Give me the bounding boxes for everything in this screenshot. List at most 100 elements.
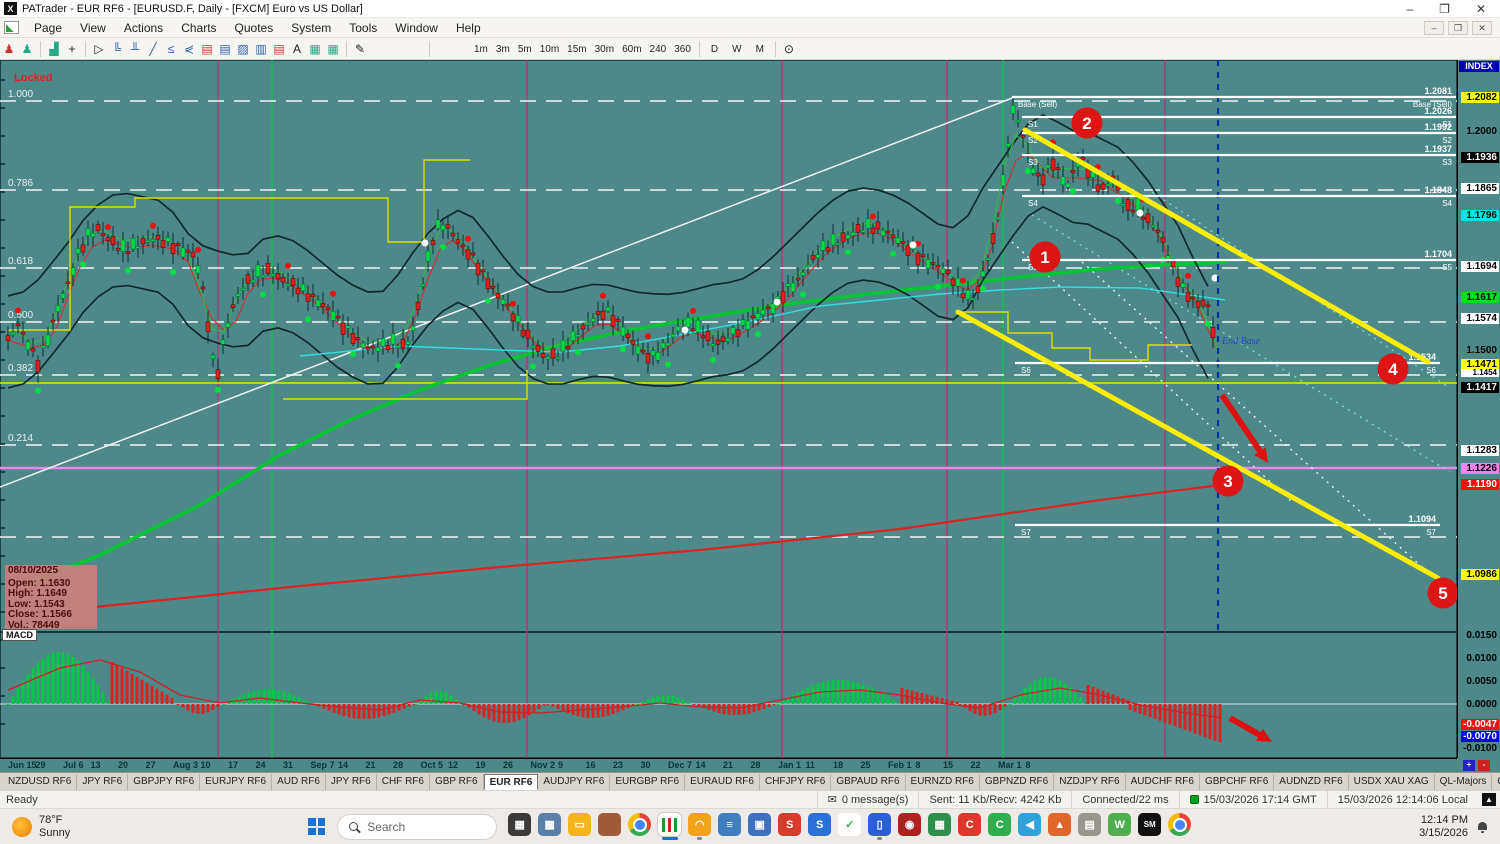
tab-eurnzd-rf6[interactable]: EURNZD RF6 xyxy=(906,774,980,790)
child-minimize-button[interactable]: – xyxy=(1424,20,1444,35)
channel-tool-icon[interactable]: ≤ xyxy=(162,39,180,59)
tab-chfjpy-rf6[interactable]: CHFJPY RF6 xyxy=(760,774,832,790)
menu-view[interactable]: View xyxy=(71,19,115,37)
rect-tool-icon[interactable]: ▤ xyxy=(198,39,216,59)
tab-audchf-rf6[interactable]: AUDCHF RF6 xyxy=(1126,774,1200,790)
taskbar-app-word[interactable]: ▯ xyxy=(868,813,892,840)
taskbar-app-pdf[interactable]: ◉ xyxy=(898,813,922,840)
taskbar-app-c-red[interactable]: C xyxy=(958,813,982,840)
child-restore-button[interactable]: ❐ xyxy=(1448,20,1468,35)
price-chart-canvas[interactable]: 1.0000.7860.6180.5000.3820.2141.2081Base… xyxy=(0,60,1457,758)
alert-icon[interactable]: ▲ xyxy=(1482,793,1496,806)
levels-tool-icon[interactable]: ▤ xyxy=(270,39,288,59)
fib-tool-icon[interactable]: ▨ xyxy=(234,39,252,59)
taskbar-app-smr[interactable]: SM xyxy=(1138,813,1162,840)
tab-usdx-xau-xag[interactable]: USDX XAU XAG xyxy=(1349,774,1435,790)
crosshair-icon[interactable]: + xyxy=(63,39,81,59)
zoom-out-button[interactable]: - xyxy=(1478,760,1490,771)
timeframe-360[interactable]: 360 xyxy=(670,44,695,55)
tab-chf-rf6[interactable]: CHF RF6 xyxy=(377,774,430,790)
taskbar-app-file-explorer[interactable]: ▭ xyxy=(568,813,592,840)
vline-tool-icon[interactable]: ╨ xyxy=(126,39,144,59)
child-close-button[interactable]: ✕ xyxy=(1472,20,1492,35)
taskbar-clock[interactable]: 12:14 PM 3/15/2026 xyxy=(1419,814,1468,840)
tab-nzdusd-rf6[interactable]: NZDUSD RF6 xyxy=(3,774,78,790)
notification-bell-icon[interactable] xyxy=(1477,821,1488,833)
taskbar-app-webull[interactable]: W xyxy=(1108,813,1132,840)
menu-page[interactable]: Page xyxy=(25,19,71,37)
taskbar-app-app-clay[interactable] xyxy=(598,813,622,840)
tab-ql-exotics[interactable]: QL-Exotics xyxy=(1492,774,1500,790)
clock-icon[interactable]: ⊙ xyxy=(780,39,798,59)
start-button[interactable] xyxy=(308,818,326,835)
page-chart-icon[interactable] xyxy=(4,21,19,34)
taskbar-app-photos[interactable]: ▣ xyxy=(748,813,772,840)
minimize-button[interactable]: – xyxy=(1406,2,1413,16)
taskbar-app-bank[interactable]: ▤ xyxy=(1078,813,1102,840)
timeframe-240[interactable]: 240 xyxy=(646,44,671,55)
timeframe-5m[interactable]: 5m xyxy=(514,44,536,55)
taskbar-app-patrader[interactable] xyxy=(658,813,682,840)
tab-gbpaud-rf6[interactable]: GBPAUD RF6 xyxy=(831,774,906,790)
timeframe-1m[interactable]: 1m xyxy=(470,44,492,55)
taskbar-app-telegram[interactable]: ◀ xyxy=(1018,813,1042,840)
menu-actions[interactable]: Actions xyxy=(115,19,172,37)
menu-quotes[interactable]: Quotes xyxy=(226,19,283,37)
timeframe-10m[interactable]: 10m xyxy=(536,44,563,55)
taskbar-app-brave[interactable]: ▲ xyxy=(1048,813,1072,840)
tab-jpy-rf6[interactable]: JPY RF6 xyxy=(326,774,377,790)
tab-eurgbp-rf6[interactable]: EURGBP RF6 xyxy=(610,774,686,790)
restore-button[interactable]: ❐ xyxy=(1439,2,1450,16)
text-tool-icon[interactable]: A xyxy=(288,39,306,59)
taskbar-app-check-app[interactable]: ✓ xyxy=(838,813,862,840)
timeframe-30m[interactable]: 30m xyxy=(591,44,618,55)
taskbar-search[interactable]: Search xyxy=(337,813,498,840)
grid2-tool-icon[interactable]: ▦ xyxy=(324,39,342,59)
taskbar-app-skype-s[interactable]: S xyxy=(808,813,832,840)
menu-window[interactable]: Window xyxy=(386,19,447,37)
menu-system[interactable]: System xyxy=(282,19,340,37)
taskbar-app-task-view[interactable]: ▦ xyxy=(508,813,532,840)
tab-gbpchf-rf6[interactable]: GBPCHF RF6 xyxy=(1200,774,1275,790)
tab-jpy-rf6[interactable]: JPY RF6 xyxy=(77,774,129,790)
bars-tool-icon[interactable]: ▥ xyxy=(252,39,270,59)
tab-ql-majors[interactable]: QL-Majors xyxy=(1435,774,1493,790)
taskbar-app-sheets[interactable]: ▦ xyxy=(928,813,952,840)
link-red-icon[interactable]: ♟ xyxy=(0,39,18,59)
cursor-icon[interactable]: ▷ xyxy=(90,39,108,59)
taskbar-app-mail[interactable]: ◠ xyxy=(688,813,712,840)
tab-gbpjpy-rf6[interactable]: GBPJPY RF6 xyxy=(128,774,201,790)
timeframe-15m[interactable]: 15m xyxy=(563,44,590,55)
period-M[interactable]: M xyxy=(749,44,771,55)
tab-audnzd-rf6[interactable]: AUDNZD RF6 xyxy=(1274,774,1349,790)
tab-eurjpy-rf6[interactable]: EURJPY RF6 xyxy=(200,774,273,790)
timeframe-3m[interactable]: 3m xyxy=(492,44,514,55)
period-D[interactable]: D xyxy=(704,44,725,55)
pencil-tool-icon[interactable]: ✎ xyxy=(351,39,369,59)
menu-charts[interactable]: Charts xyxy=(172,19,225,37)
menu-tools[interactable]: Tools xyxy=(340,19,386,37)
diagonal-tool-icon[interactable]: ╱ xyxy=(144,39,162,59)
chart-mode-icon[interactable]: ▟ xyxy=(45,39,63,59)
taskbar-app-notes[interactable]: ≡ xyxy=(718,813,742,840)
hline-tool-icon[interactable]: ▤ xyxy=(216,39,234,59)
link-green-icon[interactable]: ♟ xyxy=(18,39,36,59)
tab-aud-rf6[interactable]: AUD RF6 xyxy=(272,774,326,790)
taskbar-app-chrome[interactable] xyxy=(628,813,652,840)
zoom-in-button[interactable]: + xyxy=(1463,760,1475,771)
tab-audjpy-rf6[interactable]: AUDJPY RF6 xyxy=(538,774,611,790)
tab-gbpnzd-rf6[interactable]: GBPNZD RF6 xyxy=(980,774,1055,790)
weather-widget[interactable]: 78°F Sunny xyxy=(12,814,70,840)
timeframe-60m[interactable]: 60m xyxy=(618,44,645,55)
taskbar-app-chrome-2[interactable] xyxy=(1168,813,1192,840)
tab-gbp-rf6[interactable]: GBP RF6 xyxy=(430,774,484,790)
pitchfork-tool-icon[interactable]: ⋞ xyxy=(180,39,198,59)
taskbar-app-calculator[interactable]: ▩ xyxy=(538,813,562,840)
period-W[interactable]: W xyxy=(725,44,748,55)
trendline-icon[interactable]: ╚ xyxy=(108,39,126,59)
tab-eur-rf6[interactable]: EUR RF6 xyxy=(483,774,539,790)
tab-euraud-rf6[interactable]: EURAUD RF6 xyxy=(685,774,760,790)
close-button[interactable]: ✕ xyxy=(1476,2,1486,16)
grid-tool-icon[interactable]: ▦ xyxy=(306,39,324,59)
tab-nzdjpy-rf6[interactable]: NZDJPY RF6 xyxy=(1054,774,1126,790)
